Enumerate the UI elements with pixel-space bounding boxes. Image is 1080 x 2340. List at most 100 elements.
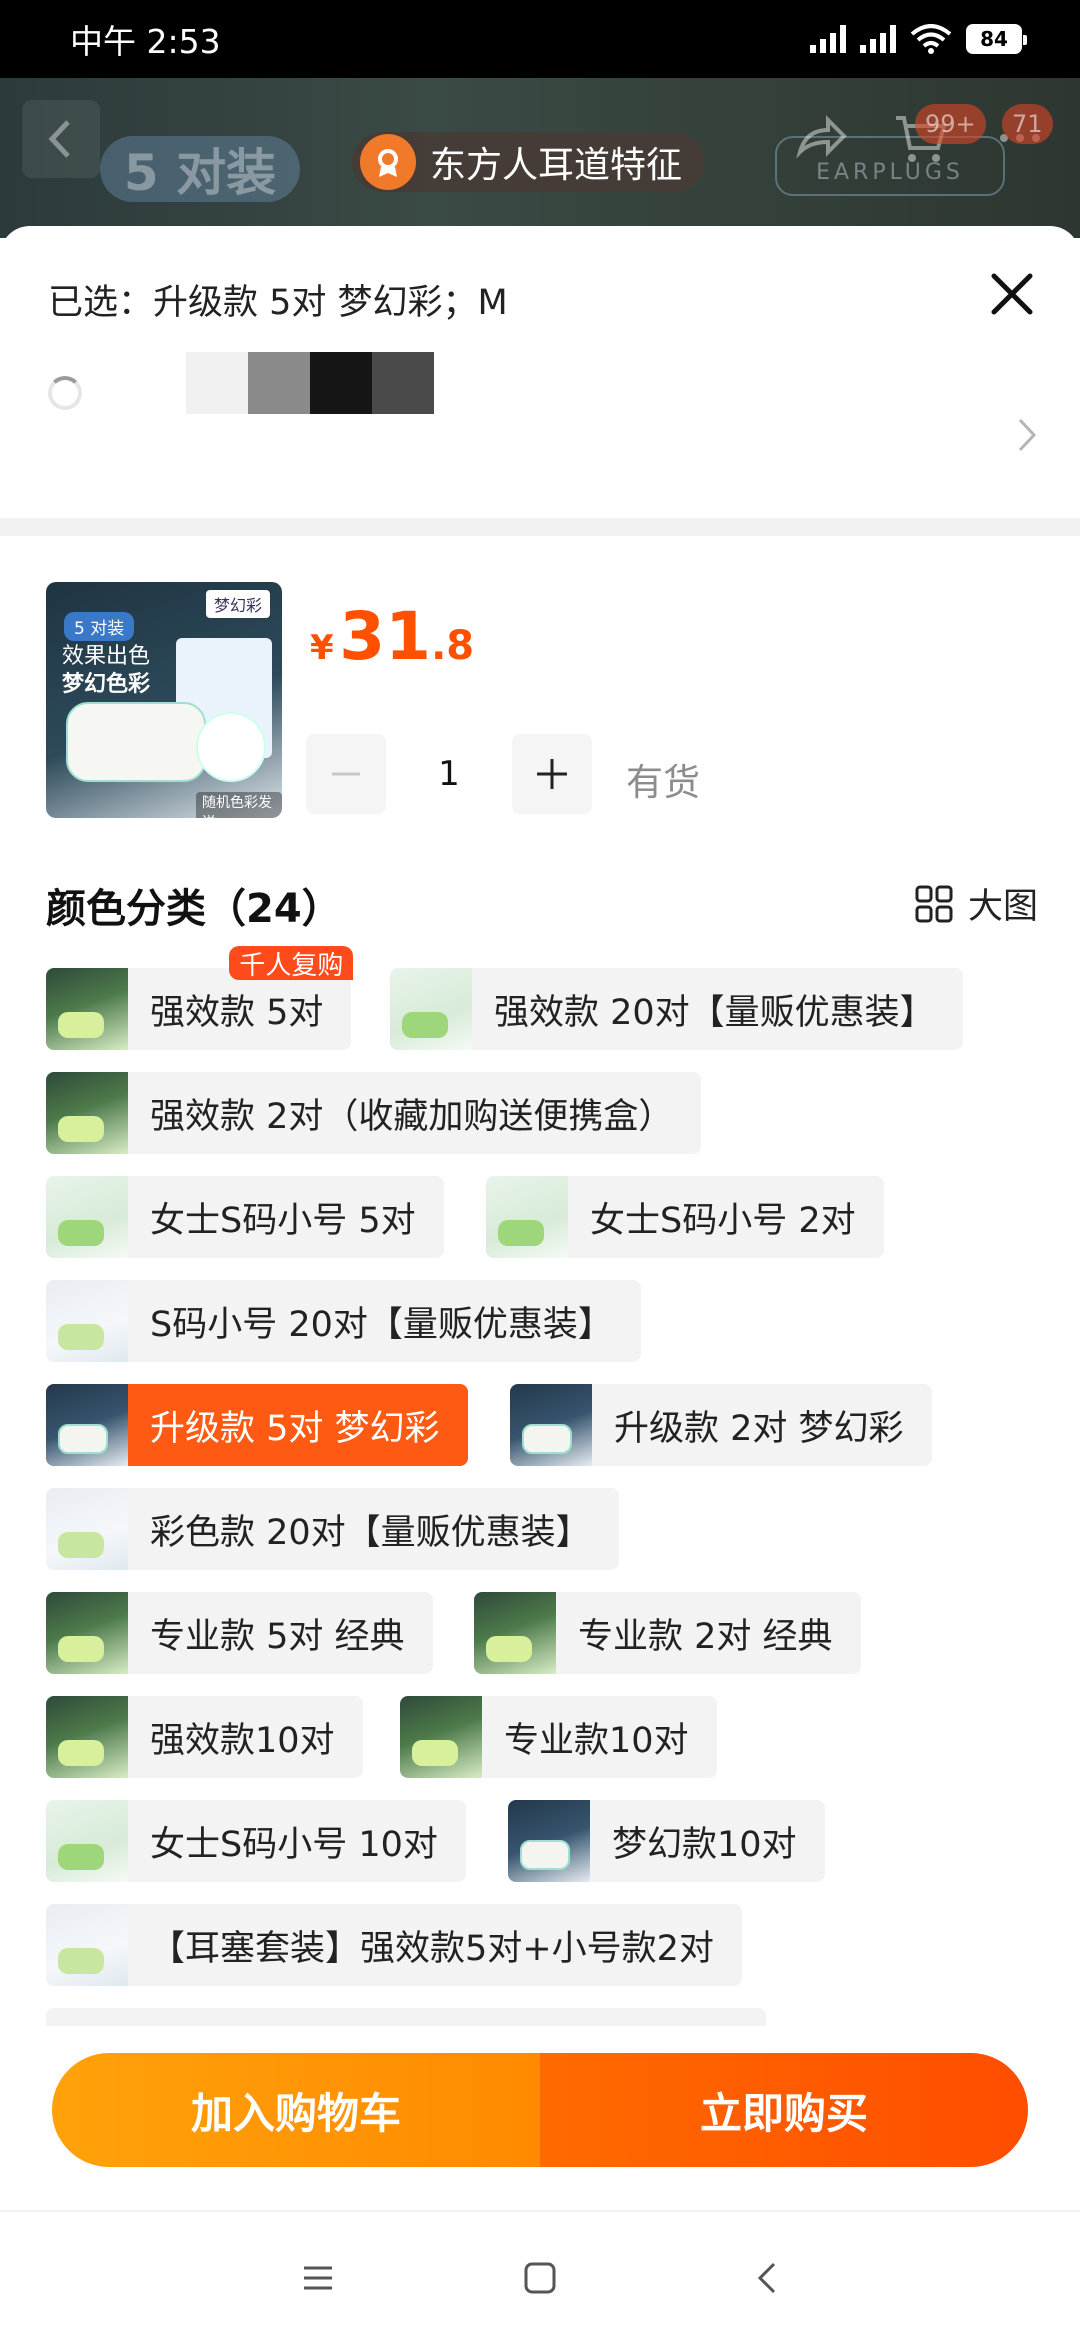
stock-status: 有货 [626, 761, 700, 804]
option-thumbnail [46, 1800, 128, 1882]
price: ¥ 31.8 [310, 598, 474, 675]
thumb-pack: 5 对装 [64, 612, 135, 641]
action-bar: 加入购物车 立即购买 [52, 2053, 1028, 2167]
option-thumbnail [390, 968, 472, 1050]
option-chip[interactable]: 女士S码小号 10对 [46, 1800, 466, 1882]
option-label: 彩色款 20对【量贩优惠装】 [150, 1512, 591, 1553]
grid-icon [915, 885, 953, 922]
option-thumbnail [486, 1176, 568, 1258]
option-thumbnail [46, 1488, 128, 1570]
option-label: 【耳塞套装】强效款5对+小号款2对 [150, 1928, 714, 1969]
background-product-page: 5 对装 东方人耳道特征 EARPLUGS 99+ 71 [0, 78, 1080, 238]
option-chip[interactable]: 彩色款 20对【量贩优惠装】 [46, 1488, 619, 1570]
minus-icon [332, 772, 360, 776]
option-chip[interactable]: 强效款 5对 千人复购 [46, 946, 354, 1050]
thumb-line2: 梦幻色彩 [62, 672, 151, 697]
option-thumbnail [46, 1072, 128, 1154]
big-image-toggle[interactable]: 大图 [914, 878, 1038, 929]
signal-icon [810, 25, 846, 53]
option-thumbnail [46, 1904, 128, 1986]
option-chip[interactable]: 专业款 5对 经典 [46, 1592, 433, 1674]
thumb-case [66, 702, 206, 782]
option-chip[interactable]: 强效款10对 [46, 1696, 363, 1778]
option-label: 专业款 5对 经典 [150, 1616, 405, 1657]
close-icon[interactable] [984, 266, 1040, 322]
signal-icon-2 [860, 25, 896, 53]
option-label: 梦幻款10对 [612, 1824, 797, 1865]
selected-summary: 已选：升级款 5对 梦幻彩；M [48, 283, 508, 323]
price-integer: 31 [339, 598, 432, 675]
feature-badge-text: 东方人耳道特征 [430, 145, 683, 186]
battery-icon: 84 [966, 24, 1027, 54]
chevron-right-icon[interactable] [1012, 412, 1042, 458]
back-button[interactable] [22, 100, 100, 178]
option-chip[interactable]: 女士S码小号 2对 [486, 1176, 884, 1258]
option-label: 女士S码小号 5对 [150, 1200, 416, 1241]
option-thumbnail [46, 968, 128, 1050]
option-thumbnail [46, 1696, 128, 1778]
option-label: S码小号 20对【量贩优惠装】 [150, 1304, 613, 1345]
option-label: 强效款 5对 [150, 992, 324, 1033]
section-title: 颜色分类（24） [46, 886, 342, 932]
quantity-stepper: 1 [306, 734, 592, 814]
decrement-button[interactable] [306, 734, 386, 814]
loading-spinner-icon [48, 376, 82, 410]
option-chip[interactable]: 强效款 20对【量贩优惠装】 [390, 968, 963, 1050]
option-chip[interactable]: 专业款 2对 经典 [474, 1592, 861, 1674]
option-label: 升级款 2对 梦幻彩 [614, 1408, 904, 1449]
option-chip[interactable]: 强效款 2对（收藏加购送便携盒） [46, 1072, 702, 1154]
option-label: 专业款10对 [504, 1720, 689, 1761]
blurred-address-strip [186, 352, 434, 414]
plus-icon [537, 759, 567, 789]
increment-button[interactable] [512, 734, 592, 814]
thumb-tag: 梦幻彩 [205, 590, 270, 618]
option-chip-selected[interactable]: 升级款 5对 梦幻彩 [46, 1384, 468, 1466]
status-time: 中午 2:53 [70, 22, 221, 61]
medal-icon [360, 134, 416, 190]
thumb-disc [196, 712, 266, 782]
cart-count-badge: 99+ [915, 104, 986, 144]
repurchase-badge: 千人复购 [229, 946, 354, 981]
option-thumbnail [46, 1384, 128, 1466]
battery-level: 84 [980, 27, 1008, 51]
big-image-label: 大图 [967, 887, 1038, 927]
option-chip[interactable]: S码小号 20对【量贩优惠装】 [46, 1280, 641, 1362]
option-label: 强效款 20对【量贩优惠装】 [494, 992, 935, 1033]
home-icon[interactable] [522, 2260, 558, 2296]
price-decimal: .8 [431, 623, 475, 669]
add-to-cart-button[interactable]: 加入购物车 [52, 2053, 540, 2167]
back-icon[interactable] [750, 2260, 786, 2296]
option-thumbnail [474, 1592, 556, 1674]
wifi-icon [910, 24, 952, 54]
system-nav-bar [0, 2210, 1080, 2340]
quantity-value[interactable]: 1 [386, 754, 512, 794]
feature-badge: 东方人耳道特征 [352, 132, 705, 192]
option-thumbnail [46, 1280, 128, 1362]
option-thumbnail [510, 1384, 592, 1466]
option-thumbnail [46, 1176, 128, 1258]
menu-icon[interactable] [300, 2260, 336, 2296]
option-thumbnail [400, 1696, 482, 1778]
option-chip[interactable]: 梦幻款10对 [508, 1800, 825, 1882]
option-thumbnail [46, 1592, 128, 1674]
option-label: 升级款 5对 梦幻彩 [150, 1408, 440, 1449]
option-label: 强效款10对 [150, 1720, 335, 1761]
option-label: 专业款 2对 经典 [578, 1616, 833, 1657]
price-currency: ¥ [310, 628, 334, 668]
message-count-badge: 71 [1002, 104, 1053, 144]
option-chip[interactable]: 专业款10对 [400, 1696, 717, 1778]
pack-label: 5 对装 [100, 136, 300, 202]
option-label: 女士S码小号 10对 [150, 1824, 438, 1865]
status-icons: 84 [810, 24, 1027, 54]
status-bar: 中午 2:53 84 [0, 0, 1080, 78]
option-chip[interactable]: 女士S码小号 5对 [46, 1176, 444, 1258]
option-chip-partial[interactable] [46, 2008, 766, 2026]
share-icon[interactable] [790, 108, 850, 168]
option-label: 强效款 2对（收藏加购送便携盒） [150, 1096, 674, 1137]
option-chip[interactable]: 【耳塞套装】强效款5对+小号款2对 [46, 1904, 742, 1986]
section-divider [0, 518, 1080, 536]
option-chip[interactable]: 升级款 2对 梦幻彩 [510, 1384, 932, 1466]
buy-now-button[interactable]: 立即购买 [540, 2053, 1028, 2167]
back-arrow-icon [48, 120, 70, 158]
product-thumbnail[interactable]: 梦幻彩 5 对装 效果出色 梦幻色彩 随机色彩发送 [46, 582, 282, 818]
